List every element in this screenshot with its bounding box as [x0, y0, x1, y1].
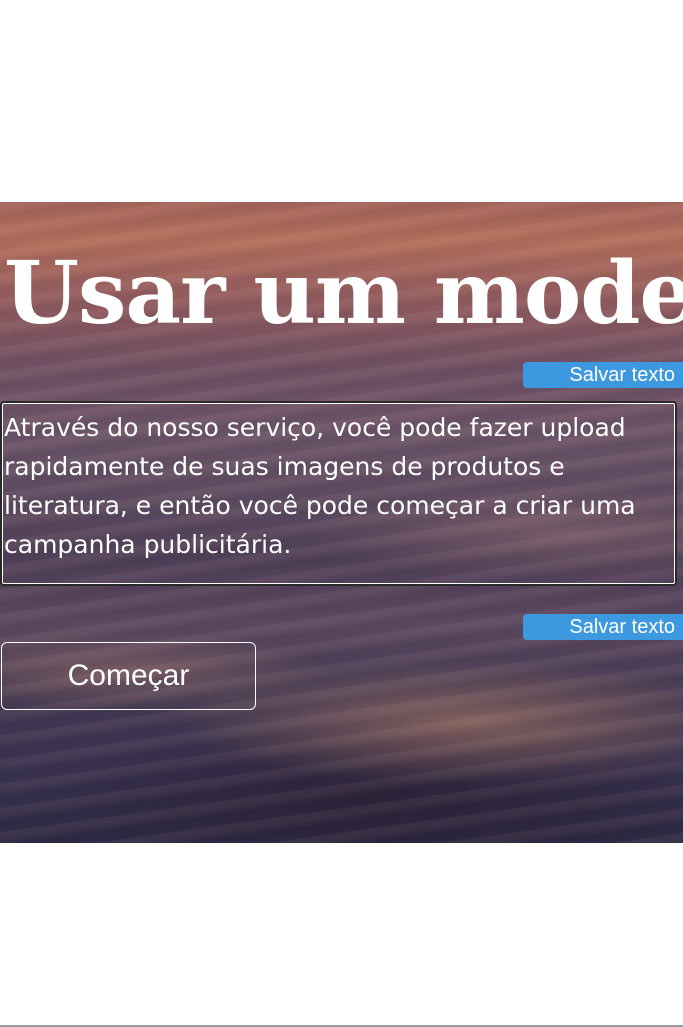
hero-title[interactable]: Usar um mode — [4, 242, 683, 346]
save-text-button-2[interactable]: Salvar texto — [523, 614, 683, 640]
save-text-button[interactable]: Salvar texto — [523, 362, 683, 388]
description-editable-text[interactable]: Através do nosso serviço, você pode faze… — [0, 401, 677, 586]
start-button[interactable]: Começar — [1, 642, 256, 710]
hero-section: Usar um mode Salvar texto Através do nos… — [0, 202, 683, 843]
